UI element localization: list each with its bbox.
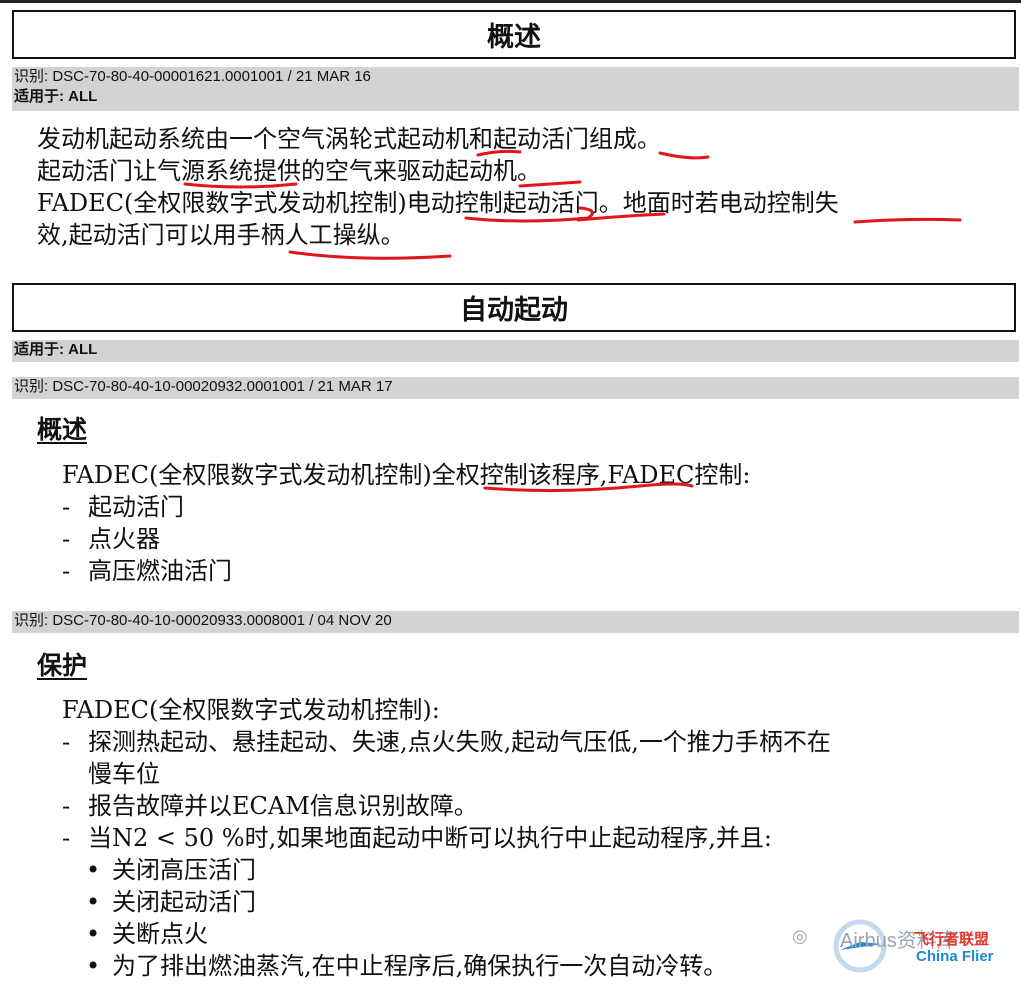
overview-line: 起动活门让气源系统提供的空气来驱动起动机。 [37, 157, 541, 185]
protection-list: FADEC(全权限数字式发动机控制): - 探测热起动、悬挂起动、失速,点火失败,… [62, 694, 831, 982]
list-intro: FADEC(全权限数字式发动机控制)全权控制该程序,FADEC控制: [62, 461, 751, 489]
overview-paragraph: 发动机起动系统由一个空气涡轮式起动机和起动活门组成。 起动活门让气源系统提供的空… [37, 123, 839, 251]
sub-list-item: • 关闭高压活门 [86, 856, 256, 884]
overview-line: FADEC(全权限数字式发动机控制)电动控制起动活门。地面时若电动控制失 [37, 189, 839, 217]
section-title-overview: 概述 [12, 10, 1016, 59]
section-title-text: 自动起动 [460, 295, 568, 326]
list-item-continuation: 慢车位 [88, 760, 160, 788]
applies-value: ALL [68, 88, 98, 105]
top-rule [0, 0, 1021, 3]
sub-list-item: • 关断点火 [86, 920, 208, 948]
overview-line: 效,起动活门可以用手柄人工操纵。 [37, 221, 405, 249]
subheading-protection: 保护 [37, 651, 88, 680]
list-intro: FADEC(全权限数字式发动机控制): [62, 696, 440, 724]
section-title-text: 概述 [487, 22, 541, 53]
id-row: 识别: DSC-70-80-40-00001621.0001001 / 21 M… [14, 68, 371, 85]
applies-row: 适用于: ALL [14, 88, 98, 105]
meta-bar-4: 识别: DSC-70-80-40-10-00020933.0008001 / 0… [12, 611, 1019, 633]
id-value: DSC-70-80-40-10-00020932.0001001 / 21 MA… [52, 378, 393, 395]
section-title-auto-start: 自动起动 [12, 283, 1016, 332]
overview-line: 发动机起动系统由一个空气涡轮式起动机和起动活门组成。 [37, 125, 661, 153]
list-item: - 报告故障并以ECAM信息识别故障。 [62, 792, 478, 820]
sub-list-item: • 为了排出燃油蒸汽,在中止程序后,确保执行一次自动冷转。 [86, 952, 728, 980]
id-value: DSC-70-80-40-10-00020933.0008001 / 04 NO… [52, 612, 392, 629]
underline-mark [853, 217, 962, 224]
list-item: - 高压燃油活门 [62, 557, 232, 585]
id-value: DSC-70-80-40-00001621.0001001 / 21 MAR 1… [52, 68, 371, 85]
list-item: - 起动活门 [62, 493, 184, 521]
fadec-control-list: FADEC(全权限数字式发动机控制)全权控制该程序,FADEC控制: - 起动活门… [62, 459, 751, 587]
wechat-icon: ◎ [792, 926, 808, 947]
applies-value: ALL [68, 341, 98, 358]
list-item: - 点火器 [62, 525, 160, 553]
watermark-text-2: 飞行者联盟 [914, 930, 990, 948]
watermark: ◎ Airbus资料库 飞行者联盟 China Flier [788, 912, 1018, 982]
sub-list-item: • 关闭起动活门 [86, 888, 256, 916]
list-item: - 当N2 < 50 %时,如果地面起动中断可以执行中止起动程序,并且: [62, 824, 772, 852]
meta-bar-3: 识别: DSC-70-80-40-10-00020932.0001001 / 2… [12, 377, 1019, 399]
meta-bar-1: 识别: DSC-70-80-40-00001621.0001001 / 21 M… [12, 67, 1019, 111]
meta-bar-2: 适用于: ALL [12, 340, 1019, 362]
list-item: - 探测热起动、悬挂起动、失速,点火失败,起动气压低,一个推力手柄不在 [62, 728, 831, 756]
watermark-text-3: China Flier [916, 948, 994, 965]
underline-mark [288, 250, 452, 260]
subheading-overview: 概述 [37, 415, 88, 444]
